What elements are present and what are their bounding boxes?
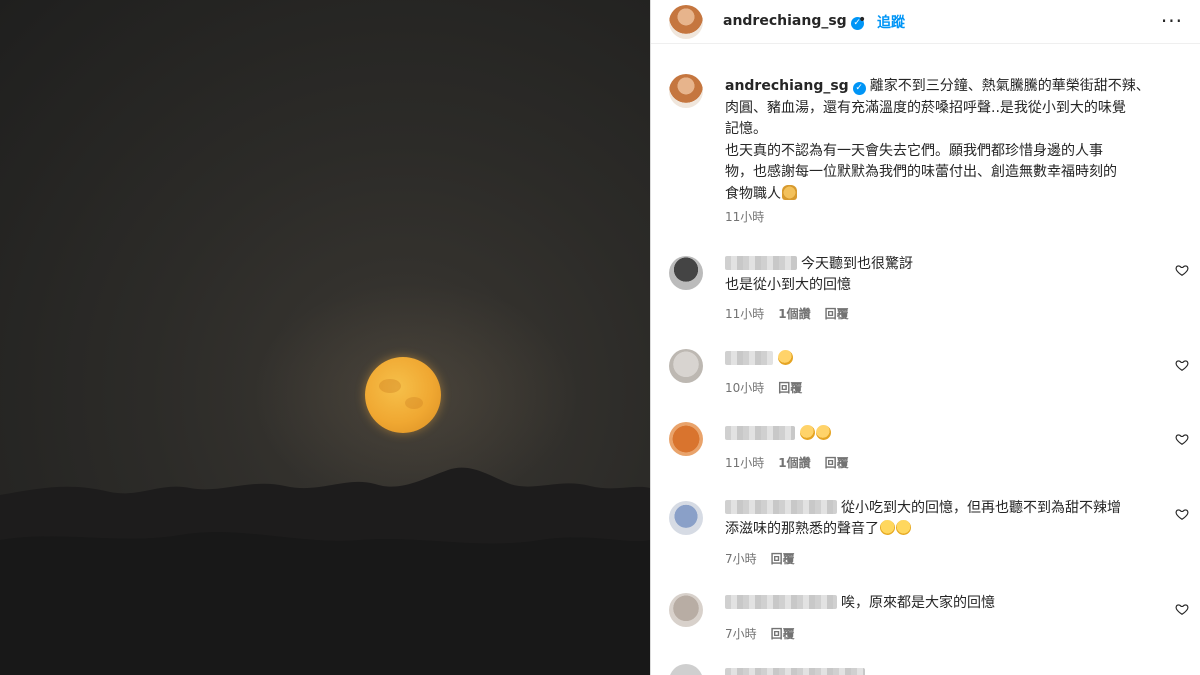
caption-line-5: 物，也感謝每一位默默為我們的味蕾付出、創造無數幸福時刻的 (725, 164, 1117, 180)
commenter-avatar[interactable] (669, 664, 703, 675)
comment-body: 從小吃到大的回憶，但再也聽不到為甜不辣增 添滋味的那熟悉的聲音了 (725, 498, 1155, 540)
pray-emoji-icon (782, 184, 797, 200)
comment-meta: 11小時 1個讚 回覆 (725, 305, 863, 322)
blurred-username[interactable] (725, 256, 797, 270)
caption-line-6: 食物職人 (725, 185, 781, 202)
commenter-avatar[interactable] (669, 349, 703, 383)
header-separator: • (858, 12, 867, 28)
commenter-avatar[interactable] (669, 256, 703, 290)
heart-icon[interactable] (1175, 507, 1189, 521)
comment-text-line2: 也是從小到大的回憶 (725, 277, 851, 293)
comment-body: 今天聽到也很驚訝 也是從小到大的回憶 (725, 254, 1155, 296)
caption-line-1: 離家不到三分鐘、熱氣騰騰的華榮街甜不辣、 (869, 78, 1150, 94)
comment-likes[interactable]: 1個讚 (778, 307, 810, 321)
reply-button[interactable]: 回覆 (825, 307, 849, 321)
clap-emoji-icon (816, 425, 831, 440)
comment-meta: 11小時 1個讚 回覆 (725, 454, 863, 471)
heart-icon[interactable] (1175, 263, 1189, 277)
comment-text: 從小吃到大的回憶，但再也聽不到為甜不辣增 (841, 500, 1121, 516)
heart-icon[interactable] (1175, 358, 1189, 372)
comment-body (725, 349, 1155, 370)
caption-username[interactable]: andrechiang_sg ✓ (725, 78, 866, 95)
comment-time[interactable]: 10小時 (725, 381, 764, 395)
caption-avatar[interactable] (669, 74, 703, 108)
caption-line-2: 肉圓、豬血湯，還有充滿溫度的菸嗓招呼聲..是我從小到大的味覺 (725, 99, 1126, 116)
comment-meta: 7小時 回覆 (725, 625, 809, 642)
post-detail-panel: andrechiang_sg ✓ • 追蹤 ··· andrechiang_sg ✓… (650, 0, 1200, 675)
post-image[interactable] (0, 0, 650, 675)
author-username[interactable]: andrechiang_sg ✓ (723, 13, 864, 30)
comment-text: 今天聽到也很驚訝 (801, 256, 913, 272)
comment-meta: 10小時 回覆 (725, 379, 816, 396)
caption-username-text[interactable]: andrechiang_sg (725, 78, 849, 94)
follow-button[interactable]: 追蹤 (877, 12, 905, 32)
comment-body: 唉，原來都是大家的回憶 (725, 593, 1155, 614)
verified-icon: ✓ (852, 82, 866, 95)
post-header: andrechiang_sg ✓ • 追蹤 ··· (651, 0, 1200, 44)
comment-time[interactable]: 7小時 (725, 552, 757, 566)
clap-emoji-icon (778, 350, 793, 365)
comment-body (725, 666, 1155, 675)
heart-icon[interactable] (1175, 432, 1189, 446)
comment-likes[interactable]: 1個讚 (778, 456, 810, 470)
comment-text: 唉，原來都是大家的回憶 (841, 595, 995, 611)
blurred-username[interactable] (725, 668, 865, 675)
author-username-text[interactable]: andrechiang_sg (723, 13, 847, 29)
comment-text-line2: 添滋味的那熟悉的聲音了 (725, 521, 879, 537)
author-avatar[interactable] (669, 5, 703, 39)
commenter-avatar[interactable] (669, 422, 703, 456)
comment-time[interactable]: 11小時 (725, 307, 764, 321)
blurred-username[interactable] (725, 351, 773, 365)
reply-button[interactable]: 回覆 (771, 552, 795, 566)
blurred-username[interactable] (725, 426, 795, 440)
reply-button[interactable]: 回覆 (771, 627, 795, 641)
reply-button[interactable]: 回覆 (778, 381, 802, 395)
comment-meta: 7小時 回覆 (725, 550, 809, 567)
reply-button[interactable]: 回覆 (825, 456, 849, 470)
comment-time[interactable]: 7小時 (725, 627, 757, 641)
caption-line-4: 也天真的不認為有一天會失去它們。願我們都珍惜身邊的人事 (725, 142, 1103, 159)
commenter-avatar[interactable] (669, 593, 703, 627)
caption-timestamp[interactable]: 11小時 (725, 208, 764, 225)
commenter-avatar[interactable] (669, 501, 703, 535)
heart-icon[interactable] (1175, 602, 1189, 616)
treeline-silhouette (0, 467, 650, 675)
caption-line-3: 記憶。 (725, 121, 767, 137)
comment-body (725, 424, 1155, 445)
sad-emoji-icon (880, 520, 895, 535)
comment-time[interactable]: 11小時 (725, 456, 764, 470)
more-icon[interactable]: ··· (1161, 9, 1183, 33)
blurred-username[interactable] (725, 595, 837, 609)
caption-text: andrechiang_sg ✓ 離家不到三分鐘、熱氣騰騰的華榮街甜不辣、 肉圓、豬… (725, 76, 1165, 205)
clap-emoji-icon (800, 425, 815, 440)
sad-emoji-icon (896, 520, 911, 535)
blurred-username[interactable] (725, 500, 837, 514)
